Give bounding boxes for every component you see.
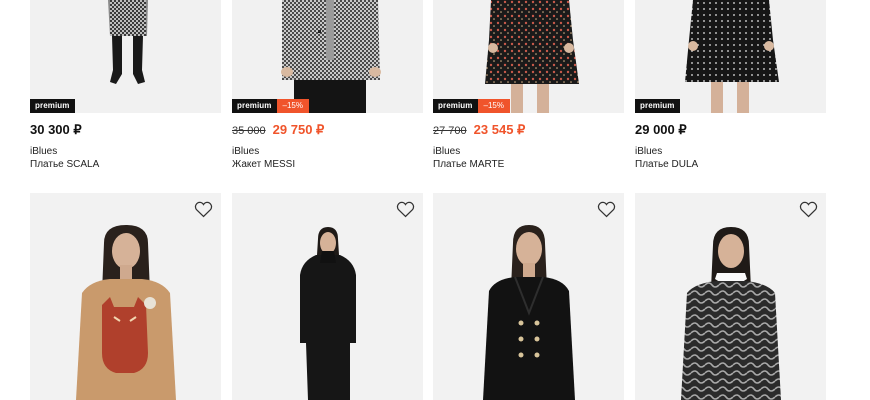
brand-name[interactable]: iBlues — [635, 146, 662, 157]
old-price: 27 700 — [433, 125, 467, 137]
brand-name[interactable]: iBlues — [232, 146, 259, 157]
premium-badge: premium — [635, 99, 680, 113]
current-price: 29 000 ₽ — [635, 122, 687, 137]
product-image[interactable]: premium — [30, 0, 221, 113]
product-image[interactable] — [30, 193, 221, 400]
price-row: 27 700 23 545 ₽ — [433, 122, 525, 140]
badges: premium –15% — [433, 99, 510, 113]
discount-badge: –15% — [276, 99, 309, 113]
product-title[interactable]: Жакет MESSI — [232, 159, 295, 170]
product-title[interactable]: Платье MARTE — [433, 159, 504, 170]
brand-name[interactable]: iBlues — [433, 146, 460, 157]
product-image[interactable]: premium –15% — [433, 0, 624, 113]
sale-price: 29 750 ₽ — [272, 122, 325, 137]
product-image[interactable] — [635, 193, 826, 400]
favorite-heart-icon[interactable] — [194, 201, 213, 218]
premium-badge: premium — [433, 99, 478, 113]
badges: premium — [30, 99, 75, 113]
product-image[interactable]: premium — [635, 0, 826, 113]
product-image[interactable]: premium –15% — [232, 0, 423, 113]
product-title[interactable]: Платье DULA — [635, 159, 698, 170]
premium-badge: premium — [232, 99, 277, 113]
product-image[interactable] — [232, 193, 423, 400]
brand-name[interactable]: iBlues — [30, 146, 57, 157]
favorite-heart-icon[interactable] — [597, 201, 616, 218]
current-price: 30 300 ₽ — [30, 122, 82, 137]
old-price: 35 000 — [232, 125, 266, 137]
product-image[interactable] — [433, 193, 624, 400]
badges: premium — [635, 99, 680, 113]
product-title[interactable]: Платье SCALA — [30, 159, 99, 170]
sale-price: 23 545 ₽ — [473, 122, 526, 137]
price-row: 35 000 29 750 ₽ — [232, 122, 324, 140]
price-row: 29 000 ₽ — [635, 122, 687, 140]
price-row: 30 300 ₽ — [30, 122, 82, 140]
premium-badge: premium — [30, 99, 75, 113]
favorite-heart-icon[interactable] — [396, 201, 415, 218]
favorite-heart-icon[interactable] — [799, 201, 818, 218]
badges: premium –15% — [232, 99, 309, 113]
discount-badge: –15% — [477, 99, 510, 113]
